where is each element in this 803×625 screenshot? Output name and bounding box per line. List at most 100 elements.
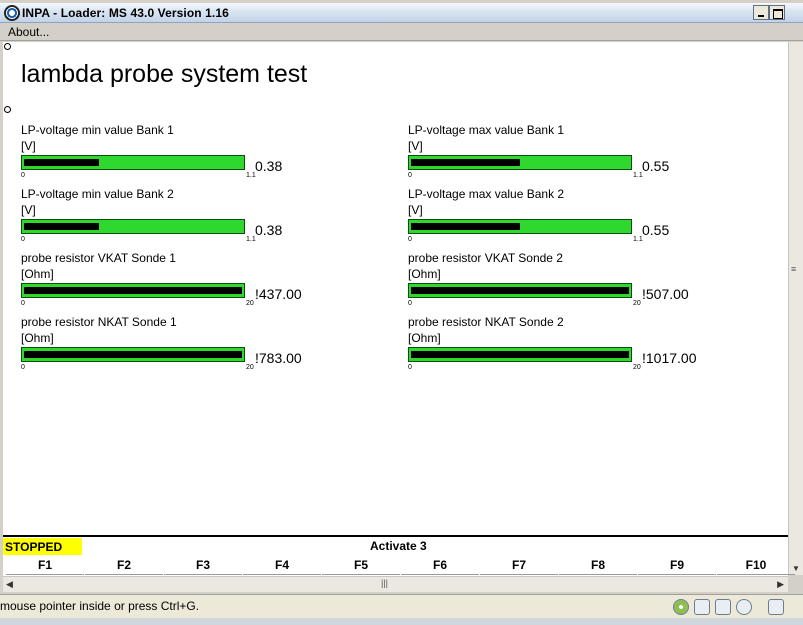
measurement-min: 0 [408,172,412,179]
bullet-marker [4,43,11,50]
book-icon[interactable] [715,599,731,615]
measurement-value: !437.00 [255,286,302,302]
activate-label: Activate 3 [370,539,427,553]
measurement-label: probe resistor VKAT Sonde 1 [21,251,176,265]
disc-icon[interactable] [673,599,689,615]
measurement-max: 20 [246,364,254,371]
measurement-bar-fill [24,159,99,166]
measurement-unit: [Ohm] [408,267,441,281]
scroll-grip-icon[interactable]: ||| [381,578,388,588]
measurement-max: 1.1 [633,236,643,243]
measurement-value: !783.00 [255,350,302,366]
user-icon[interactable] [736,599,752,615]
measurement-value: 0.38 [255,222,283,238]
menu-item-about[interactable]: About... [8,25,49,39]
measurement-block: probe resistor VKAT Sonde 2 [Ohm] !507.00 0… [408,251,738,315]
measurement-value: 0.55 [642,222,670,238]
measurement-bar [21,219,245,234]
drive-icon[interactable] [694,599,710,615]
measurement-unit: [Ohm] [21,331,54,345]
measurement-max: 20 [633,300,641,307]
status-row: STOPPED Activate 3 [3,535,788,556]
measurement-unit: [V] [408,203,423,217]
minimize-icon[interactable] [753,5,769,20]
function-key-f2[interactable]: F2 [85,555,163,575]
measurement-label: LP-voltage max value Bank 1 [408,123,565,137]
measurement-unit: [Ohm] [408,331,441,345]
function-key-f9[interactable]: F9 [638,555,716,575]
measurement-value: 0.38 [255,158,283,174]
measurement-bar [21,347,245,362]
measurement-min: 0 [408,236,412,243]
title-bar[interactable]: INPA - Loader: MS 43.0 Version 1.16 [0,3,803,23]
window-title: INPA - Loader: MS 43.0 Version 1.16 [22,6,229,20]
function-key-f10[interactable]: F10 [717,555,795,575]
measurement-block: probe resistor VKAT Sonde 1 [Ohm] !437.00 0… [21,251,351,315]
measurement-bar [408,283,632,298]
measurement-label: LP-voltage max value Bank 2 [408,187,565,201]
measurement-unit: [V] [21,203,36,217]
maximize-icon[interactable] [769,5,785,20]
measurement-bar-fill [411,351,629,358]
function-key-bar: F1 F2 F3 F4 F5 F6 F7 F8 F9 F10 [3,555,795,576]
measurement-unit: [V] [21,139,36,153]
measurement-max: 20 [246,300,254,307]
status-text: mouse pointer inside or press Ctrl+G. [0,599,200,613]
function-key-f3[interactable]: F3 [164,555,242,575]
measurement-unit: [V] [408,139,423,153]
measurement-value: !507.00 [642,286,689,302]
function-key-f4[interactable]: F4 [243,555,321,575]
vertical-scrollbar[interactable]: ≡ ▼ [788,42,803,575]
measurement-bar-fill [24,223,99,230]
measurement-max: 1.1 [633,172,643,179]
measurement-min: 0 [21,364,25,371]
measurement-bar [408,155,632,170]
measurement-bar-fill [411,287,629,294]
measurement-block: LP-voltage min value Bank 1 [V] 0.38 0 1.1 [21,123,351,187]
measurement-min: 0 [21,236,25,243]
measurement-value: !1017.00 [642,350,697,366]
app-icon[interactable] [4,5,20,21]
taskbar-strip [0,618,803,625]
inpa-window: INPA - Loader: MS 43.0 Version 1.16 Abou… [0,0,803,625]
measurement-min: 0 [408,300,412,307]
function-key-f6[interactable]: F6 [401,555,479,575]
measurement-max: 1.1 [246,172,256,179]
content-area: lambda probe system test LP-voltage min … [3,42,788,535]
measurement-label: probe resistor NKAT Sonde 1 [21,315,177,329]
measurement-label: LP-voltage min value Bank 2 [21,187,174,201]
measurement-unit: [Ohm] [21,267,54,281]
measurement-block: LP-voltage min value Bank 2 [V] 0.38 0 1.1 [21,187,351,251]
measurement-bar-fill [24,351,242,358]
measurement-min: 0 [21,172,25,179]
function-key-f1[interactable]: F1 [6,555,84,575]
measurement-value: 0.55 [642,158,670,174]
function-key-f8[interactable]: F8 [559,555,637,575]
measurement-bar-fill [24,287,242,294]
measurement-label: LP-voltage min value Bank 1 [21,123,174,137]
measurement-block: LP-voltage max value Bank 1 [V] 0.55 0 1.1 [408,123,738,187]
bullet-marker [4,106,11,113]
function-key-f5[interactable]: F5 [322,555,400,575]
network-icon[interactable] [768,599,784,615]
measurement-block: LP-voltage max value Bank 2 [V] 0.55 0 1.1 [408,187,738,251]
measurement-bar [408,347,632,362]
function-key-f7[interactable]: F7 [480,555,558,575]
measurement-min: 0 [21,300,25,307]
measurement-bar [21,283,245,298]
measurement-min: 0 [408,364,412,371]
menu-bar: About... [0,24,803,41]
scroll-left-icon[interactable]: ◀ [6,579,13,590]
status-badge: STOPPED [3,538,82,556]
scroll-grip-icon[interactable]: ≡ [791,265,801,274]
scroll-right-icon[interactable]: ▶ [777,579,784,590]
measurement-block: probe resistor NKAT Sonde 1 [Ohm] !783.00 0… [21,315,351,379]
measurement-max: 20 [633,364,641,371]
measurement-bar [21,155,245,170]
measurement-label: probe resistor VKAT Sonde 2 [408,251,563,265]
page-title: lambda probe system test [21,60,308,88]
status-bar: mouse pointer inside or press Ctrl+G. [0,594,803,618]
measurement-label: probe resistor NKAT Sonde 2 [408,315,564,329]
horizontal-scrollbar[interactable]: ◀ ||| ▶ [3,576,788,592]
measurement-max: 1.1 [246,236,256,243]
